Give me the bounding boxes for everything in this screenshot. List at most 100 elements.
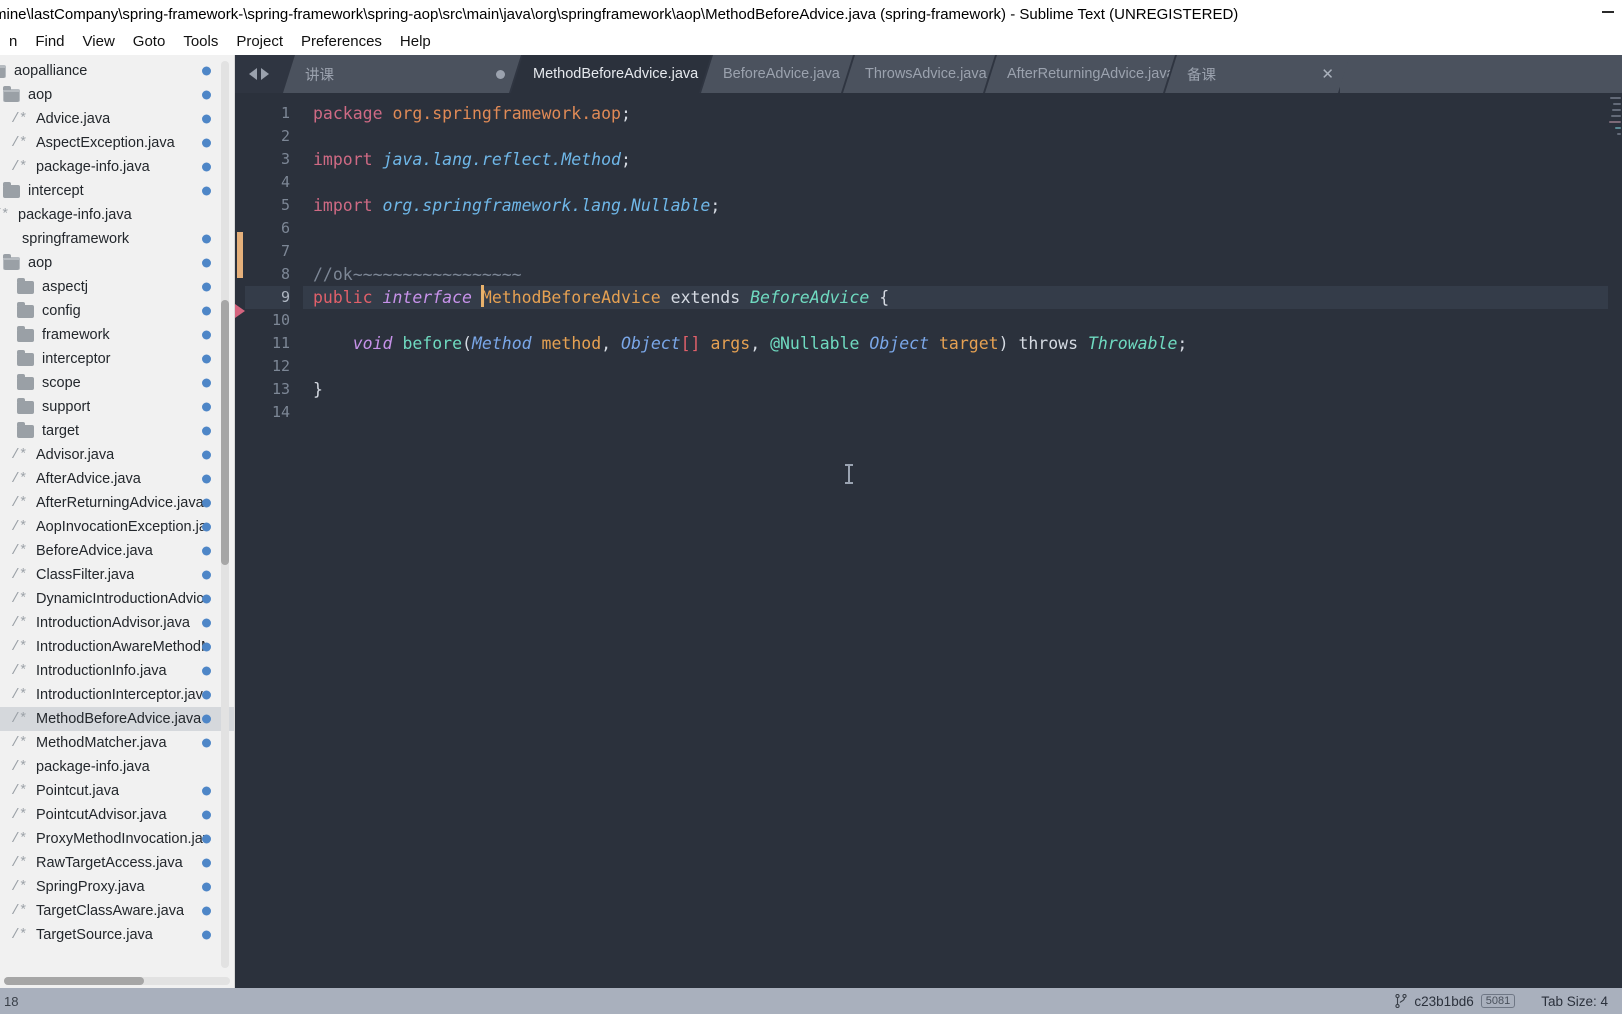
tab-inactive[interactable]: BeforeAdvice.java✕ xyxy=(701,55,853,93)
tree-item[interactable]: /* TargetClassAware.java xyxy=(0,899,234,923)
code-minimap[interactable] xyxy=(1608,93,1622,988)
tree-item[interactable]: aspectj xyxy=(0,275,234,299)
menu-item-help[interactable]: Help xyxy=(391,31,440,52)
tab-prev-arrow-icon[interactable] xyxy=(249,68,257,80)
tree-item[interactable]: /* TargetSource.java xyxy=(0,923,234,947)
code-line[interactable]: import java.lang.reflect.Method; xyxy=(303,148,1622,171)
tree-item[interactable]: /* IntroductionInterceptor.java xyxy=(0,683,234,707)
git-branch-name: c23b1bd6 xyxy=(1414,993,1474,1009)
tree-item[interactable]: springframework xyxy=(0,227,234,251)
menu-item-project[interactable]: Project xyxy=(227,31,292,52)
code-token: { xyxy=(869,288,890,307)
tree-item[interactable]: /* BeforeAdvice.java xyxy=(0,539,234,563)
code-line[interactable]: public interface MethodBeforeAdvice exte… xyxy=(303,285,1622,309)
tree-item[interactable]: /* Advice.java xyxy=(0,107,234,131)
tree-item[interactable]: /* package-info.java xyxy=(0,155,234,179)
code-line[interactable]: package org.springframework.aop; xyxy=(303,102,1622,125)
code-token: before xyxy=(402,334,463,353)
menu-item-goto[interactable]: Goto xyxy=(124,31,175,52)
folder-icon xyxy=(14,277,36,295)
editor-pane: 讲课MethodBeforeAdvice.java✕BeforeAdvice.j… xyxy=(235,55,1622,988)
line-number: 5 xyxy=(280,196,290,214)
tab-active[interactable]: MethodBeforeAdvice.java✕ xyxy=(511,55,711,93)
tree-item[interactable]: /* ClassFilter.java xyxy=(0,563,234,587)
folder-icon xyxy=(14,349,36,367)
tree-item[interactable]: /* SpringProxy.java xyxy=(0,875,234,899)
tree-item[interactable]: /* Pointcut.java xyxy=(0,779,234,803)
tab-inactive[interactable]: AfterReturningAdvice.java✕ xyxy=(985,55,1175,93)
tree-item[interactable]: /* AopInvocationException.java xyxy=(0,515,234,539)
folder-open-icon xyxy=(0,253,22,271)
tree-item[interactable]: /* ProxyMethodInvocation.java xyxy=(0,827,234,851)
code-text-area[interactable]: package org.springframework.aop; import … xyxy=(303,93,1622,988)
code-line[interactable]: //ok~~~~~~~~~~~~~~~~~ xyxy=(303,263,1622,286)
tree-item[interactable]: interceptor xyxy=(0,347,234,371)
code-line[interactable] xyxy=(303,125,1622,148)
code-line[interactable] xyxy=(303,240,1622,263)
java-file-icon: /* xyxy=(11,135,27,151)
tree-item[interactable]: /* AspectException.java xyxy=(0,131,234,155)
window-title: mine\lastCompany\spring-framework-\sprin… xyxy=(0,5,1239,23)
menu-item-n[interactable]: n xyxy=(0,31,26,52)
tree-item[interactable]: /* IntroductionInfo.java xyxy=(0,659,234,683)
tree-item[interactable]: /* package-info.java xyxy=(0,203,234,227)
tree-item[interactable]: framework xyxy=(0,323,234,347)
code-line[interactable] xyxy=(303,401,1622,424)
tree-item[interactable]: aop xyxy=(0,251,234,275)
tree-item-label: IntroductionInfo.java xyxy=(36,663,167,679)
code-viewport[interactable]: 1 2 3 4 5 6 7 8 9 10 11 12 13 14 package org.springfr… xyxy=(235,93,1622,988)
tree-item[interactable]: aopalliance xyxy=(0,59,234,83)
tab-label: 备课 xyxy=(1187,67,1216,84)
tree-item[interactable]: aop xyxy=(0,83,234,107)
code-line[interactable]: } xyxy=(303,378,1622,401)
tree-item[interactable]: /* package-info.java xyxy=(0,755,234,779)
tab-inactive[interactable]: 讲课 xyxy=(283,55,521,93)
sidebar-vertical-scrollbar-thumb[interactable] xyxy=(221,300,229,565)
file-status-dot-icon xyxy=(202,498,211,508)
code-token: ( xyxy=(462,334,472,353)
file-status-dot-icon xyxy=(202,306,211,316)
minimize-button[interactable] xyxy=(1602,11,1614,13)
tree-item[interactable]: /* RawTargetAccess.java xyxy=(0,851,234,875)
git-branch-group[interactable]: c23b1bd6 5081 xyxy=(1395,993,1516,1009)
tree-item[interactable]: /* IntroductionAwareMethodMatcher.java xyxy=(0,635,234,659)
tree-item[interactable]: /* PointcutAdvisor.java xyxy=(0,803,234,827)
tree-item[interactable]: intercept xyxy=(0,179,234,203)
menu-item-preferences[interactable]: Preferences xyxy=(292,31,391,52)
tab-unsaved-dot-icon[interactable] xyxy=(496,70,505,79)
tree-item[interactable]: scope xyxy=(0,371,234,395)
status-left-text: 18 xyxy=(4,993,19,1009)
code-line[interactable] xyxy=(303,309,1622,332)
code-line[interactable] xyxy=(303,171,1622,194)
tab-next-arrow-icon[interactable] xyxy=(261,68,269,80)
tree-item-label: intercept xyxy=(28,183,84,199)
menu-item-view[interactable]: View xyxy=(74,31,124,52)
sidebar-horizontal-scrollbar-thumb[interactable] xyxy=(4,977,144,985)
tree-item[interactable]: /* Advisor.java xyxy=(0,443,234,467)
code-line[interactable] xyxy=(303,217,1622,240)
sidebar-file-tree[interactable]: aopalliance aop/* Advice.java/* AspectExcep… xyxy=(0,55,235,988)
tab-inactive[interactable]: ThrowsAdvice.java✕ xyxy=(843,55,995,93)
tab-size-indicator[interactable]: Tab Size: 4 xyxy=(1541,994,1608,1009)
menu-item-tools[interactable]: Tools xyxy=(174,31,227,52)
code-line[interactable] xyxy=(303,355,1622,378)
tree-item[interactable]: /* AfterReturningAdvice.java xyxy=(0,491,234,515)
file-status-dot-icon xyxy=(202,810,211,820)
tree-item-label: TargetClassAware.java xyxy=(36,903,185,919)
tree-item[interactable]: /* DynamicIntroductionAdvice.java xyxy=(0,587,234,611)
tree-item[interactable]: /* AfterAdvice.java xyxy=(0,467,234,491)
tree-item[interactable]: /* IntroductionAdvisor.java xyxy=(0,611,234,635)
menu-item-find[interactable]: Find xyxy=(26,31,73,52)
tree-item-label: BeforeAdvice.java xyxy=(36,543,153,559)
tab-inactive[interactable]: 备课 ✕ xyxy=(1165,55,1350,93)
tree-item[interactable]: /* MethodBeforeAdvice.java xyxy=(0,707,234,731)
tree-item[interactable]: /* MethodMatcher.java xyxy=(0,731,234,755)
code-line[interactable]: void before(Method method, Object[] args… xyxy=(303,332,1622,355)
code-line[interactable]: import org.springframework.lang.Nullable… xyxy=(303,194,1622,217)
tab-close-icon[interactable]: ✕ xyxy=(1311,65,1334,83)
tree-item[interactable]: config xyxy=(0,299,234,323)
tree-item[interactable]: target xyxy=(0,419,234,443)
tree-item[interactable]: support xyxy=(0,395,234,419)
tab-navigation-arrows[interactable] xyxy=(235,55,283,93)
